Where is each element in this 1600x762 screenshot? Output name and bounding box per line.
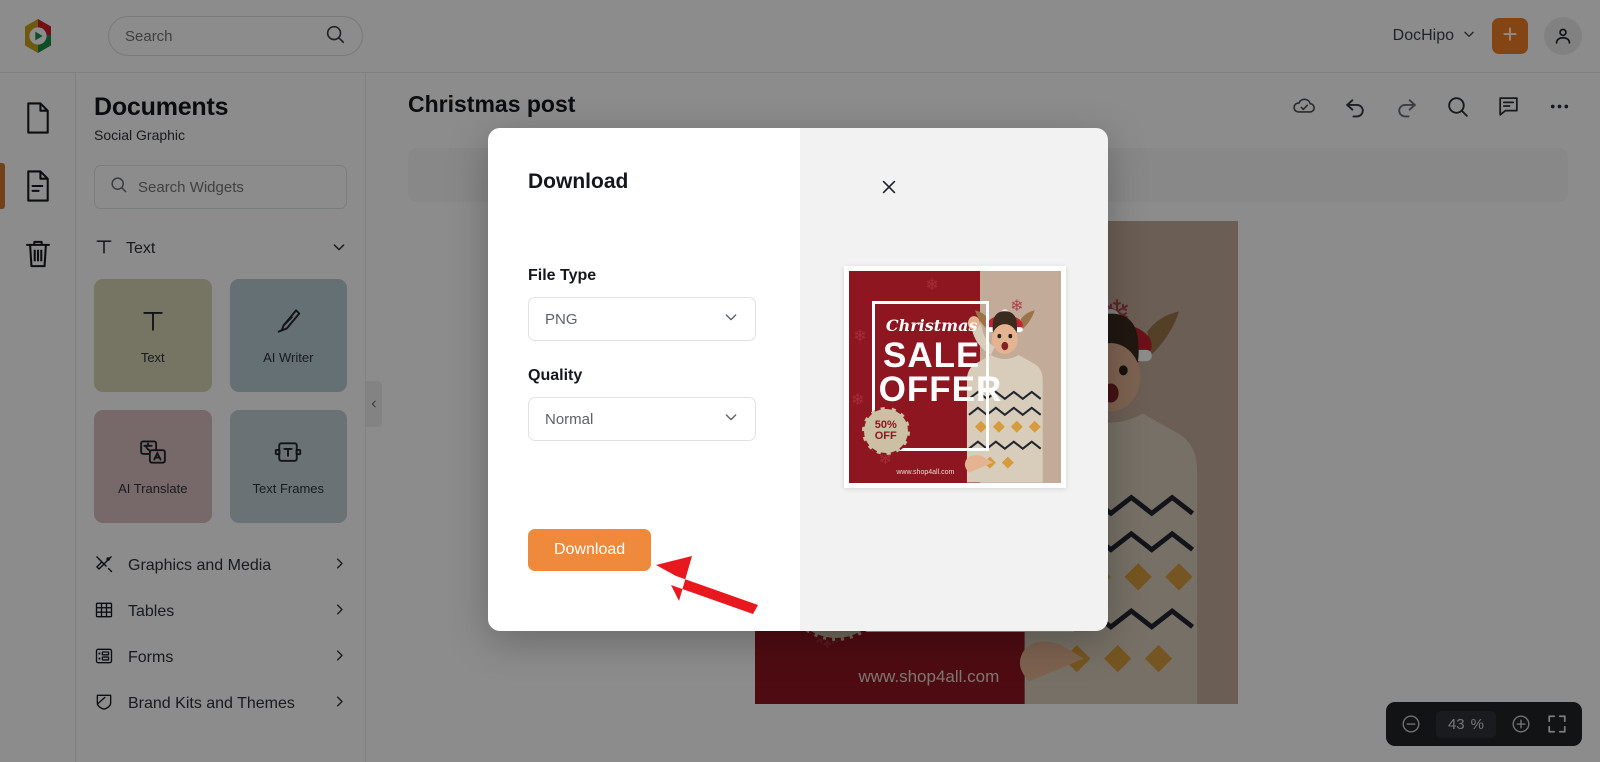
dochipo-editor-window: DocHipo + [0, 0, 1600, 762]
quality-label: Quality [528, 367, 583, 384]
quality-value: Normal [545, 410, 594, 428]
file-type-select[interactable]: PNG [528, 297, 756, 341]
preview-discount-badge: 50% OFF [861, 407, 910, 456]
design-preview: ❄ ❄ ❄ ❄ ❄ ❄ [844, 266, 1066, 488]
download-button[interactable]: Download [528, 529, 652, 571]
snowflake-icon: ❄ [851, 391, 865, 409]
file-type-value: PNG [545, 310, 578, 328]
chevron-down-icon [723, 409, 739, 429]
preview-script-text: Christmas [885, 315, 978, 335]
modal-title: Download [528, 170, 629, 193]
snowflake-icon: ❄ [853, 328, 867, 346]
download-modal-form: Download File Type PNG Quality Normal Do… [488, 128, 800, 631]
chevron-down-icon [723, 309, 739, 329]
download-modal-preview-pane: ❄ ❄ ❄ ❄ ❄ ❄ [800, 128, 1108, 631]
preview-badge-off: OFF [874, 430, 897, 443]
close-modal-button[interactable] [876, 174, 902, 200]
download-modal: Download File Type PNG Quality Normal Do… [488, 128, 1108, 631]
preview-headline: SALE OFFER [878, 335, 1003, 410]
file-type-group: File Type PNG [528, 267, 762, 341]
file-type-label: File Type [528, 267, 597, 284]
snowflake-icon: ❄ [925, 277, 939, 295]
preview-headline-line-2: OFFER [878, 370, 1003, 410]
preview-headline-line-1: SALE [882, 335, 981, 375]
quality-select[interactable]: Normal [528, 397, 756, 441]
preview-url: www.shop4all.com [896, 468, 955, 476]
quality-group: Quality Normal [528, 367, 762, 441]
